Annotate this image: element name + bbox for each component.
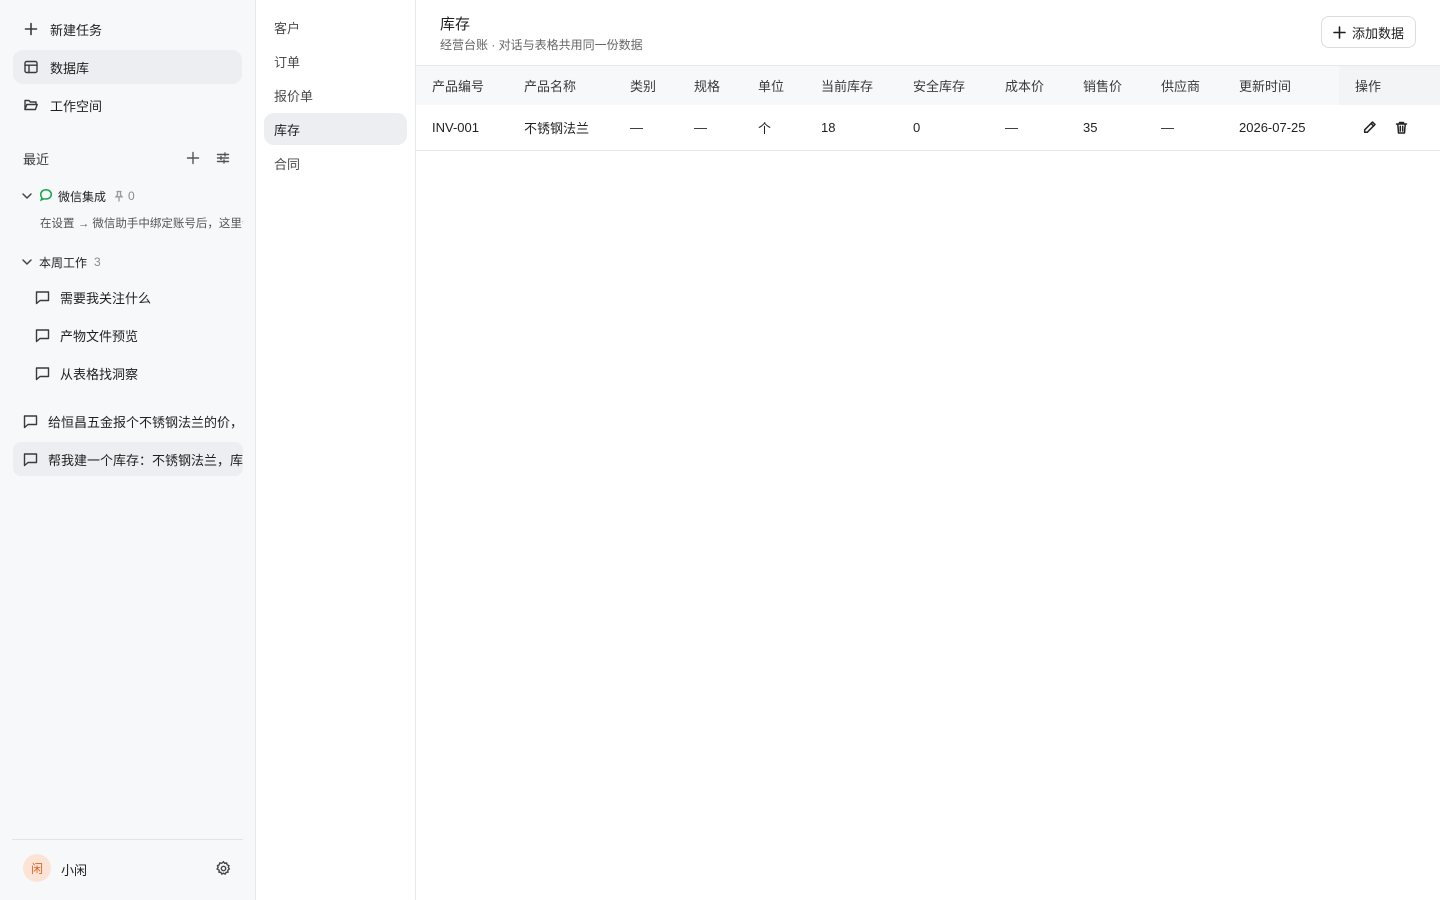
page-subtitle: 经营台账 · 对话与表格共用同一份数据 — [440, 38, 643, 52]
table-cell: — — [1005, 120, 1018, 135]
new-task-label: 新建任务 — [50, 22, 103, 38]
message-icon — [34, 289, 51, 306]
nav-database[interactable]: 数据库 — [13, 50, 242, 84]
nav-workspace-label: 工作空间 — [50, 98, 103, 114]
column-header[interactable]: 类别 — [630, 66, 656, 105]
table-item-quotes[interactable]: 报价单 — [264, 79, 407, 111]
table-cell: INV-001 — [432, 120, 479, 135]
trash-icon — [1395, 121, 1407, 134]
table-cell: 0 — [913, 120, 921, 135]
plus-icon — [1333, 25, 1346, 39]
data-table: 产品编号 产品名称 类别 规格 单位 当前库存 安全库存 成本价 销售价 供应商… — [416, 65, 1440, 151]
settings-button[interactable] — [215, 860, 232, 877]
message-icon — [34, 327, 51, 344]
chat-bubble-icon — [39, 188, 53, 205]
table-cell: — — [1161, 120, 1174, 135]
table-item-contracts[interactable]: 合同 — [264, 147, 407, 179]
table-cell: — — [694, 120, 707, 135]
chat-title: 给恒昌五金报个不锈钢法兰的价， — [48, 414, 243, 430]
table-cell: 个 — [758, 121, 772, 136]
column-header[interactable]: 单位 — [758, 66, 784, 105]
chat-item[interactable]: 需要我关注什么 — [34, 280, 242, 314]
gear-icon — [216, 860, 231, 876]
column-header[interactable]: 销售价 — [1083, 66, 1122, 105]
edit-button[interactable] — [1360, 119, 1378, 137]
chat-item-selected[interactable]: 帮我建一个库存：不锈钢法兰，库 — [13, 442, 243, 476]
avatar[interactable]: 闲 — [23, 854, 51, 882]
recent-title: 最近 — [23, 151, 50, 167]
chat-title: 需要我关注什么 — [60, 290, 152, 306]
table-cell: — — [630, 120, 643, 135]
table-item-orders[interactable]: 订单 — [264, 45, 407, 77]
main-panel: 库存 经营台账 · 对话与表格共用同一份数据 添加数据 产品编号 产品名称 类别… — [416, 0, 1440, 900]
sidebar: 新建任务 数据库 工作空间 最近 微信集成 0 在设置 → 微信助手中绑定账号后… — [0, 0, 256, 900]
column-header[interactable]: 产品编号 — [432, 66, 484, 105]
sliders-icon — [216, 152, 230, 164]
row-actions — [1360, 105, 1410, 150]
pencil-icon — [1363, 121, 1376, 134]
new-task-button[interactable]: 新建任务 — [13, 12, 242, 46]
column-header[interactable]: 安全库存 — [913, 66, 965, 105]
group-wechat[interactable]: 微信集成 0 — [20, 186, 135, 206]
message-icon — [34, 365, 51, 382]
table-icon — [23, 59, 39, 75]
message-icon — [22, 413, 39, 430]
chat-title: 产物文件预览 — [60, 328, 139, 344]
chevron-down-icon — [20, 255, 34, 269]
table-header: 产品编号 产品名称 类别 规格 单位 当前库存 安全库存 成本价 销售价 供应商… — [416, 65, 1440, 105]
column-header[interactable]: 供应商 — [1161, 66, 1200, 105]
group-count: 3 — [94, 255, 101, 269]
column-header[interactable]: 规格 — [694, 66, 720, 105]
message-icon — [22, 451, 39, 468]
column-header[interactable]: 当前库存 — [821, 66, 873, 105]
table-item-inventory[interactable]: 库存 — [264, 113, 407, 145]
group-label: 本周工作 — [39, 255, 88, 270]
wechat-hint: 在设置 → 微信助手中绑定账号后，这里会 — [40, 218, 243, 230]
chat-item[interactable]: 产物文件预览 — [34, 318, 242, 352]
add-data-label: 添加数据 — [1351, 25, 1404, 41]
pin-icon[interactable] — [113, 190, 125, 202]
filter-recent-button[interactable] — [213, 148, 233, 168]
column-header[interactable]: 更新时间 — [1239, 66, 1291, 105]
recent-header: 最近 — [23, 148, 233, 168]
chat-item[interactable]: 给恒昌五金报个不锈钢法兰的价， — [13, 404, 243, 438]
sidebar-footer: 闲 小闲 — [12, 839, 243, 900]
chat-title: 从表格找洞察 — [60, 366, 139, 382]
plus-icon — [186, 151, 200, 165]
nav-database-label: 数据库 — [50, 60, 90, 76]
chat-item[interactable]: 从表格找洞察 — [34, 356, 242, 390]
add-recent-button[interactable] — [183, 148, 203, 168]
delete-button[interactable] — [1392, 119, 1410, 137]
tables-list: 客户 订单 报价单 库存 合同 — [256, 0, 416, 900]
nav-workspace[interactable]: 工作空间 — [13, 88, 242, 122]
table-cell: 35 — [1083, 120, 1098, 135]
table-row[interactable]: INV-001 不锈钢法兰 — — 个 18 0 — 35 — 2026-07-… — [416, 105, 1440, 151]
column-header[interactable]: 产品名称 — [524, 66, 576, 105]
username[interactable]: 小闲 — [61, 860, 87, 879]
column-header[interactable]: 成本价 — [1005, 66, 1044, 105]
group-count: 0 — [128, 189, 135, 203]
table-item-customers[interactable]: 客户 — [264, 11, 407, 43]
plus-icon — [23, 21, 39, 37]
column-header: 操作 — [1355, 79, 1382, 94]
folder-open-icon — [23, 97, 39, 113]
table-cell: 18 — [821, 120, 836, 135]
group-this-week[interactable]: 本周工作 3 — [20, 252, 101, 272]
table-cell: 不锈钢法兰 — [524, 121, 590, 136]
page-title: 库存 — [440, 16, 471, 33]
add-data-button[interactable]: 添加数据 — [1320, 16, 1416, 48]
group-label: 微信集成 — [58, 189, 107, 204]
chat-title: 帮我建一个库存：不锈钢法兰，库 — [48, 452, 243, 468]
table-cell: 2026-07-25 — [1239, 120, 1306, 135]
chevron-down-icon — [20, 189, 34, 203]
